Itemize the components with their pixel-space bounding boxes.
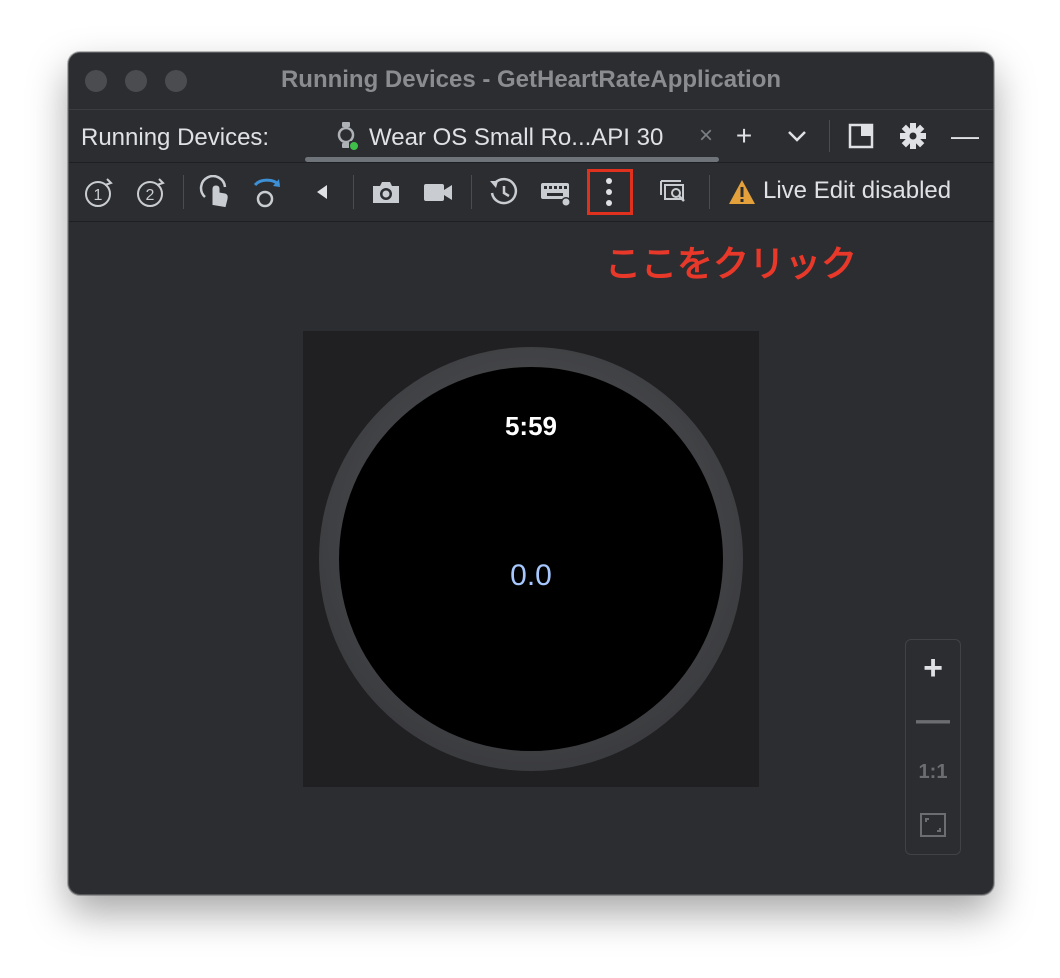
inspect-icon[interactable] bbox=[657, 175, 691, 209]
fit-screen-icon[interactable] bbox=[906, 804, 960, 844]
video-icon[interactable] bbox=[421, 175, 455, 209]
minimize-tool-window-button[interactable]: — bbox=[949, 120, 981, 152]
watch-device-icon bbox=[335, 122, 361, 152]
window-layout-icon[interactable] bbox=[845, 120, 877, 152]
separator bbox=[183, 175, 184, 209]
rotate-2-icon[interactable]: 2 bbox=[135, 175, 169, 209]
tab-close-icon[interactable]: × bbox=[699, 122, 713, 150]
separator bbox=[709, 175, 710, 209]
click-highlight-box bbox=[587, 169, 633, 215]
tab-selected-indicator bbox=[305, 157, 719, 162]
tab-label: Wear OS Small Ro...API 30 bbox=[369, 124, 664, 151]
tool-window-label: Running Devices: bbox=[81, 124, 270, 151]
tab-bar: Running Devices: Wear OS Small Ro...API … bbox=[69, 110, 993, 163]
rotate-icon[interactable] bbox=[251, 175, 285, 209]
keyboard-icon[interactable] bbox=[539, 175, 573, 209]
camera-icon[interactable] bbox=[369, 175, 403, 209]
add-tab-button[interactable]: + bbox=[728, 120, 760, 152]
separator bbox=[829, 120, 830, 152]
zoom-actual-size-button[interactable]: 1:1 bbox=[906, 752, 960, 792]
chevron-down-icon[interactable] bbox=[781, 120, 813, 152]
tab-wear-os-device[interactable]: Wear OS Small Ro...API 30 × bbox=[305, 110, 719, 162]
zoom-in-button[interactable]: + bbox=[906, 648, 960, 688]
live-edit-label: Live Edit disabled bbox=[763, 177, 952, 204]
window-title: Running Devices - GetHeartRateApplicatio… bbox=[280, 66, 782, 93]
running-devices-window: Running Devices - GetHeartRateApplicatio… bbox=[68, 52, 994, 895]
device-display[interactable]: 5:59 0.0 bbox=[303, 331, 759, 787]
back-icon[interactable] bbox=[305, 175, 339, 209]
watch-screen[interactable]: 5:59 0.0 bbox=[339, 367, 723, 751]
heart-rate-value: 0.0 bbox=[510, 559, 552, 592]
zoom-controls: + — 1:1 bbox=[905, 639, 961, 855]
title-bar: Running Devices - GetHeartRateApplicatio… bbox=[69, 53, 993, 110]
separator bbox=[353, 175, 354, 209]
device-toolbar: 1 2 Live Edit disabled bbox=[69, 163, 993, 222]
rotate-1-icon[interactable]: 1 bbox=[83, 175, 117, 209]
watch-time: 5:59 bbox=[504, 411, 558, 441]
gear-icon[interactable] bbox=[897, 120, 929, 152]
zoom-out-button[interactable]: — bbox=[906, 700, 960, 740]
svg-text:1: 1 bbox=[94, 187, 103, 204]
svg-text:2: 2 bbox=[146, 187, 155, 204]
reset-icon[interactable] bbox=[487, 175, 521, 209]
warning-icon bbox=[727, 178, 757, 211]
touch-icon[interactable] bbox=[199, 175, 233, 209]
click-here-annotation: ここをクリック bbox=[605, 243, 858, 284]
separator bbox=[471, 175, 472, 209]
